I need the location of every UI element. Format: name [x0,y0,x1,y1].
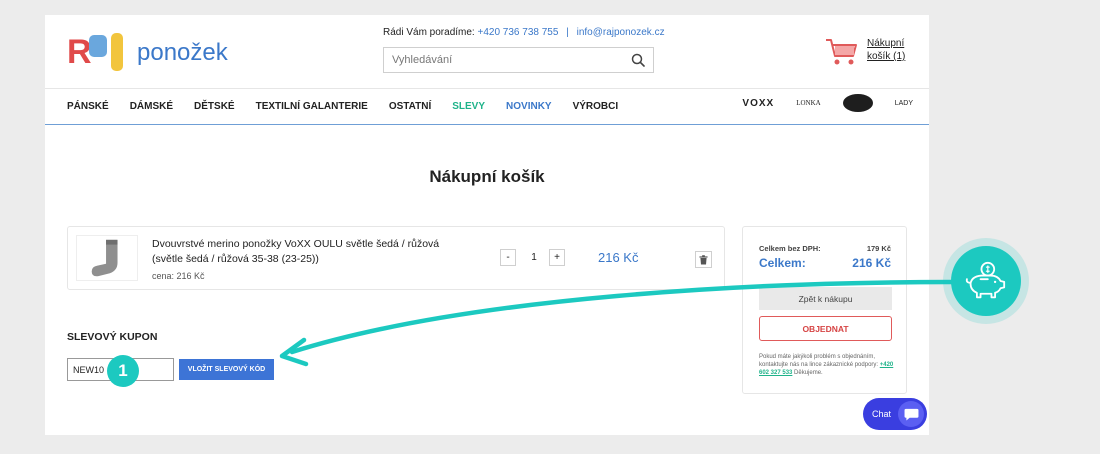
trash-icon [699,254,708,264]
support-thanks: Děkujeme. [794,370,823,376]
brand-logos: VOXX LONKA LADY [720,94,913,112]
nav-item-panske[interactable]: PÁNSKÉ [67,101,109,112]
remove-item-button[interactable] [695,251,712,268]
nav-item-textilni-galanterie[interactable]: TEXTILNÍ GALANTERIE [256,101,368,112]
brand-logo-oval[interactable] [842,94,873,112]
nav-item-detske[interactable]: DĚTSKÉ [194,101,235,112]
cart-label-line1: Nákupní [867,38,905,49]
contact-phone-link[interactable]: +420 736 738 755 [478,27,559,38]
logo-letter: R [67,33,92,71]
brand-logo-lonka[interactable]: LONKA [796,99,821,107]
shopping-cart-icon [826,39,857,65]
nav-item-slevy[interactable]: SLEVY [452,101,485,112]
chat-label: Chat [872,409,892,419]
support-text: Pokud máte jakýkoli problém s objednáním… [759,354,879,368]
quantity-increase-button[interactable]: + [549,249,565,266]
coupon-title: SLEVOVÝ KUPON [67,331,158,343]
logo-shape-blue [89,35,107,57]
step-number-badge: 1 [107,355,139,387]
brand-logo-lady[interactable]: LADY [895,99,913,108]
order-summary: Celkem bez DPH: 179 Kč Celkem: 216 Kč Zp… [742,226,907,394]
subtotal-label: Celkem bez DPH: [759,244,821,253]
cart-link[interactable]: Nákupní košík (1) [867,37,905,63]
total-value: 216 Kč [852,256,891,270]
header-cart[interactable]: Nákupní košík (1) [825,37,905,67]
order-button[interactable]: OBJEDNAT [759,316,892,341]
search-input[interactable] [392,54,631,66]
back-to-shopping-button[interactable]: Zpět k nákupu [759,287,892,310]
product-image[interactable] [76,235,138,281]
product-unit-price: cena: 216 Kč [152,271,205,281]
chat-bubble-icon [904,408,918,421]
contact-label: Rádi Vám poradíme: [383,27,475,38]
brand-logo-voxx[interactable]: VOXX [742,98,774,109]
contact-separator: | [566,27,569,38]
support-note: Pokud máte jakýkoli problém s objednáním… [759,353,895,377]
sock-image-icon [91,239,118,277]
cart-item: Dvouvrstvé merino ponožky VoXX OULU svět… [67,226,725,290]
subtotal-value: 179 Kč [866,244,891,253]
header-contact: Rádi Vám poradíme: +420 736 738 755 | in… [383,27,665,38]
search-box [383,47,654,73]
nav-item-damske[interactable]: DÁMSKÉ [130,101,173,112]
logo-mark: R [67,31,131,75]
chat-bubble [898,401,924,427]
quantity-input[interactable] [524,249,544,266]
apply-coupon-button[interactable]: VLOŽIT SLEVOVÝ KÓD [179,359,274,380]
contact-email-link[interactable]: info@rajponozek.cz [577,27,665,38]
nav-item-ostatni[interactable]: OSTATNÍ [389,101,431,112]
item-total-price: 216 Kč [598,250,639,265]
nav-item-vyrobci[interactable]: VÝROBCI [573,101,619,112]
piggy-bank-icon [965,261,1006,299]
product-name-link[interactable]: Dvouvrstvé merino ponožky VoXX OULU svět… [152,237,472,267]
logo-shape-yellow [111,33,123,71]
subtotal-row: Celkem bez DPH: 179 Kč [759,244,891,253]
total-row: Celkem: 216 Kč [759,256,891,270]
piggy-bank-badge [951,246,1021,316]
nav-item-novinky[interactable]: NOVINKY [506,101,552,112]
chat-widget-button[interactable]: Chat [863,398,927,430]
search-icon[interactable] [631,53,645,67]
quantity-decrease-button[interactable]: - [500,249,516,266]
site-logo[interactable]: R ponožek [67,31,228,75]
shop-page: R ponožek Rádi Vám poradíme: +420 736 73… [45,15,929,435]
page-title: Nákupní košík [429,167,545,186]
total-label: Celkem: [759,256,806,270]
main-nav: PÁNSKÉ DÁMSKÉ DĚTSKÉ TEXTILNÍ GALANTERIE… [45,88,929,125]
logo-word: ponožek [137,39,228,66]
cart-label-line2: košík (1) [867,51,906,62]
